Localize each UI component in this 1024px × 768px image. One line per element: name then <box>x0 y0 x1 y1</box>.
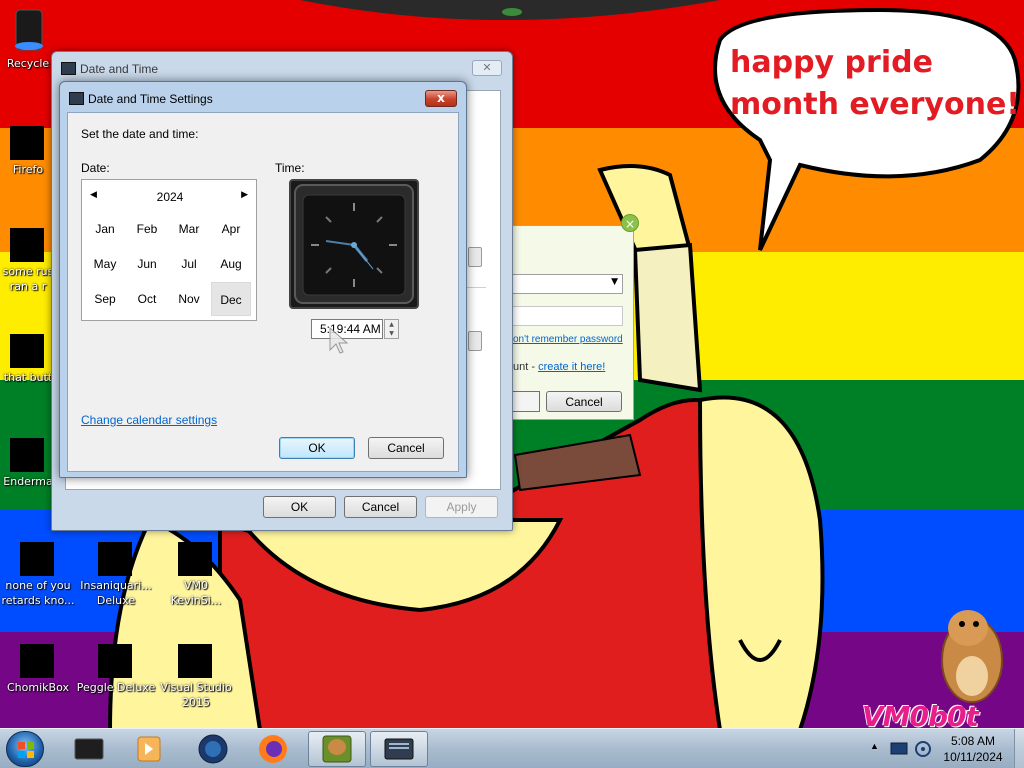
month-aug[interactable]: Aug <box>211 247 251 281</box>
date-and-time-settings-dialog: Date and Time Settings x Set the date an… <box>59 81 467 478</box>
taskbar: ▲ 5:08 AM 10/11/2024 <box>0 728 1024 768</box>
month-may[interactable]: May <box>85 247 125 281</box>
chomikbox-icon <box>322 735 352 763</box>
month-mar[interactable]: Mar <box>169 212 209 246</box>
taskbar-item-terminal[interactable] <box>60 731 118 767</box>
app-icon <box>14 528 62 576</box>
date-time-icon <box>384 738 414 760</box>
desktop-icon-none-of-you[interactable]: none of you retards kno... <box>0 528 78 608</box>
no-account-text: unt - create it here! <box>513 361 606 373</box>
firefox-icon <box>259 735 287 763</box>
spin-up-icon[interactable]: ▲ <box>385 320 398 329</box>
time-label: Time: <box>275 161 305 175</box>
desktop-icon-vm0-kevinsi[interactable]: VM0 KevinSi... <box>156 528 236 608</box>
calendar-year-header[interactable]: 2024 <box>82 190 258 204</box>
close-icon: x <box>437 91 445 105</box>
change-date-time-button[interactable] <box>468 247 482 267</box>
month-sep[interactable]: Sep <box>85 282 125 316</box>
month-dec-selected[interactable]: Dec <box>211 282 251 316</box>
cancel-button[interactable]: Cancel <box>368 437 444 459</box>
game-icon <box>92 528 140 576</box>
taskbar-item-firefox[interactable] <box>244 731 302 767</box>
windows-logo-icon <box>18 742 34 758</box>
close-icon[interactable]: × <box>621 214 639 232</box>
folder-icon <box>4 320 52 368</box>
terminal-icon <box>74 738 104 760</box>
account-dropdown[interactable]: ▼ <box>513 274 623 294</box>
create-account-link[interactable]: create it here! <box>538 361 605 373</box>
month-jan[interactable]: Jan <box>85 212 125 246</box>
month-jul[interactable]: Jul <box>169 247 209 281</box>
taskbar-item-media-player[interactable] <box>120 731 178 767</box>
close-button[interactable]: x <box>425 90 457 107</box>
cancel-button[interactable]: Cancel <box>546 391 622 412</box>
ok-button[interactable]: OK <box>263 496 336 518</box>
show-desktop-button[interactable] <box>1014 729 1024 768</box>
clock-date: 10/11/2024 <box>943 750 1003 764</box>
recycle-bin-icon <box>4 6 52 54</box>
app-icon <box>4 424 52 472</box>
cancel-button[interactable]: Cancel <box>344 496 417 518</box>
month-apr[interactable]: Apr <box>211 212 251 246</box>
forgot-password-link[interactable]: on't remember password <box>513 334 623 345</box>
window-title: Date and Time <box>80 62 159 76</box>
analog-clock <box>289 179 419 309</box>
desktop-icon-visual-studio[interactable]: Visual Studio 2015 <box>156 630 236 710</box>
change-time-zone-button[interactable] <box>468 331 482 351</box>
ok-button[interactable]: OK <box>279 437 355 459</box>
month-jun[interactable]: Jun <box>127 247 167 281</box>
password-field[interactable] <box>513 306 623 326</box>
speech-bubble-text: happy pride month everyone! <box>730 45 1020 122</box>
clock-time: 5:08 AM <box>950 734 996 748</box>
background-login-dialog: × ▼ on't remember password unt - create … <box>511 214 639 420</box>
firefox-icon <box>4 112 52 160</box>
date-label: Date: <box>81 161 110 175</box>
taskbar-item-chomikbox[interactable] <box>308 731 366 767</box>
show-hidden-icons-arrow[interactable]: ▲ <box>870 741 879 751</box>
globe-icon <box>198 734 228 764</box>
close-button[interactable]: ✕ <box>472 60 502 76</box>
desktop-icon-chomikbox[interactable]: ChomikBox <box>0 630 78 695</box>
dialog-client-area: Set the date and time: Date: Time: ◀ 202… <box>67 112 459 472</box>
clock-face-icon <box>294 184 414 304</box>
apply-button[interactable]: Apply <box>425 496 498 518</box>
dialog-title: Date and Time Settings <box>88 92 213 106</box>
month-nov[interactable]: Nov <box>169 282 209 316</box>
change-calendar-settings-link[interactable]: Change calendar settings <box>81 413 217 427</box>
month-oct[interactable]: Oct <box>127 282 167 316</box>
visual-studio-icon <box>172 630 220 678</box>
chevron-down-icon: ▼ <box>611 277 618 287</box>
chomikbox-icon <box>14 630 62 678</box>
calendar-year-view: ◀ 2024 ▶ Jan Feb Mar Apr May Jun Jul Aug… <box>81 179 257 321</box>
desktop-icon-peggle-deluxe[interactable]: Peggle Deluxe <box>76 630 156 695</box>
file-icon <box>4 214 52 262</box>
instruction-text: Set the date and time: <box>81 127 199 141</box>
start-button[interactable] <box>6 731 44 767</box>
month-feb[interactable]: Feb <box>127 212 167 246</box>
desktop-icon-insaniquarium[interactable]: Insaniquari... Deluxe <box>76 528 156 608</box>
media-player-icon <box>137 736 161 762</box>
date-time-app-icon <box>61 62 76 75</box>
taskbar-item-date-and-time[interactable] <box>370 731 428 767</box>
calendar-next-button[interactable]: ▶ <box>241 190 248 200</box>
game-icon <box>92 630 140 678</box>
taskbar-clock[interactable]: 5:08 AM 10/11/2024 <box>936 733 1010 765</box>
volume-icon[interactable] <box>914 740 932 758</box>
spin-down-icon[interactable]: ▼ <box>385 329 398 338</box>
taskbar-item-browser[interactable] <box>184 731 242 767</box>
mouse-cursor-icon <box>329 326 349 354</box>
time-spinner[interactable]: ▲ ▼ <box>384 319 399 339</box>
network-icon[interactable] <box>890 741 908 757</box>
login-button[interactable] <box>511 391 540 412</box>
app-icon <box>172 528 220 576</box>
date-time-app-icon <box>69 92 84 105</box>
